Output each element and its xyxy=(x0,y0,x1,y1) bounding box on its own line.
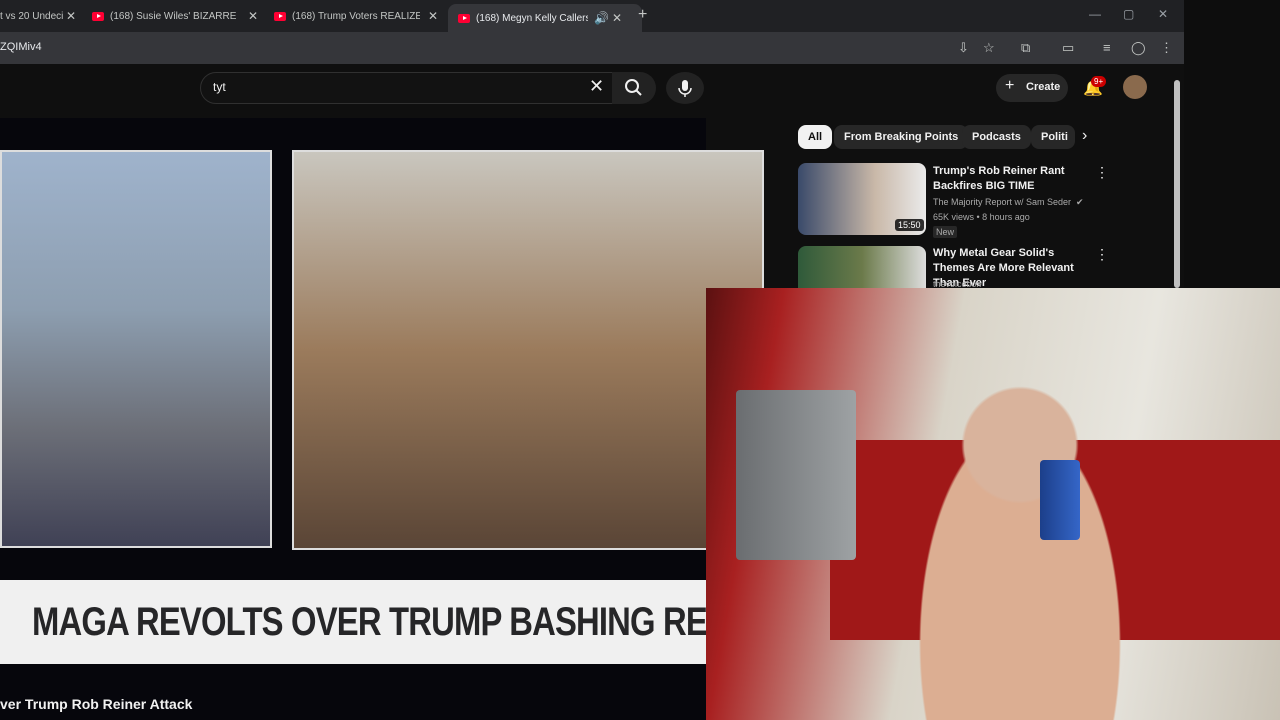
rec-channel[interactable]: The Majority Report w/ Sam Seder xyxy=(933,197,1071,207)
chevron-right-icon[interactable]: › xyxy=(1082,127,1087,145)
chip-all[interactable]: All xyxy=(798,125,833,149)
video-thumbnail[interactable] xyxy=(798,246,926,288)
soda-can xyxy=(1040,460,1080,540)
close-icon[interactable]: ✕ xyxy=(612,11,622,25)
chip-breaking-points[interactable]: From Breaking Points xyxy=(834,125,969,149)
plus-icon: + xyxy=(1005,77,1015,94)
chip-podcasts[interactable]: Podcasts xyxy=(962,125,1031,149)
install-icon[interactable]: ⇩ xyxy=(958,40,969,56)
sidebar-icon[interactable]: ▭ xyxy=(1062,40,1074,56)
search-input[interactable] xyxy=(200,72,618,104)
browser-tab-active[interactable]: (168) Megyn Kelly Callers Fl 🔊 ✕ xyxy=(448,4,642,32)
rec-title[interactable]: Trump's Rob Reiner Rant Backfires BIG TI… xyxy=(933,164,1093,194)
browser-tab-strip: t vs 20 Undeci ✕ (168) Susie Wiles' BIZA… xyxy=(0,0,1184,32)
clear-search-icon[interactable]: ✕ xyxy=(589,76,604,97)
browser-tab[interactable]: (168) Trump Voters REALIZE Th ✕ xyxy=(274,4,444,28)
video-title: ver Trump Rob Reiner Attack xyxy=(0,696,193,712)
scrollbar-thumb[interactable] xyxy=(1174,80,1180,288)
browser-tab[interactable]: (168) Susie Wiles' BIZARRE Inte ✕ xyxy=(92,4,262,28)
youtube-icon xyxy=(274,11,286,21)
menu-icon[interactable]: ⋮ xyxy=(1160,40,1173,56)
maximize-icon[interactable]: ▢ xyxy=(1123,7,1134,21)
chip-politics[interactable]: Politi xyxy=(1031,125,1075,149)
address-bar: ZQIMiv4 xyxy=(0,32,1184,64)
extensions-icon[interactable]: ⧉ xyxy=(1021,40,1030,56)
search-button[interactable] xyxy=(612,72,656,104)
close-icon[interactable]: ✕ xyxy=(248,9,258,23)
tab-label: t vs 20 Undeci xyxy=(0,10,64,22)
notification-badge: 9+ xyxy=(1091,76,1107,87)
video-panel-left xyxy=(0,150,272,548)
browser-tab[interactable]: t vs 20 Undeci ✕ xyxy=(0,4,84,28)
new-tab-button[interactable]: + xyxy=(638,6,647,24)
media-icon[interactable]: ≡ xyxy=(1103,40,1111,55)
mic-icon xyxy=(678,80,692,97)
minimize-icon[interactable]: — xyxy=(1089,7,1101,21)
verified-icon: ✔ xyxy=(1076,197,1084,207)
create-label: Create xyxy=(1026,81,1061,93)
search-value[interactable]: tyt xyxy=(213,80,226,94)
desktop-background xyxy=(1184,0,1280,288)
close-icon[interactable]: ✕ xyxy=(66,9,76,23)
audio-icon[interactable]: 🔊 xyxy=(594,11,609,25)
close-icon[interactable]: ✕ xyxy=(428,9,438,23)
profile-icon[interactable]: ◯ xyxy=(1131,40,1146,56)
close-window-icon[interactable]: ✕ xyxy=(1158,7,1168,21)
url-field[interactable]: ZQIMiv4 xyxy=(0,41,42,53)
tab-label: (168) Trump Voters REALIZE Th xyxy=(292,10,420,22)
avatar[interactable] xyxy=(1123,75,1147,99)
star-icon[interactable]: ☆ xyxy=(983,40,995,56)
tab-label: (168) Megyn Kelly Callers Fl xyxy=(476,12,588,24)
person xyxy=(880,338,1160,720)
new-badge: New xyxy=(933,226,958,238)
mic-button[interactable] xyxy=(666,72,704,104)
youtube-icon xyxy=(92,11,104,21)
search-icon xyxy=(625,79,642,96)
duration-badge: 15:50 xyxy=(895,219,924,231)
more-icon[interactable]: ⋮ xyxy=(1095,246,1109,263)
youtube-icon xyxy=(458,13,470,23)
rec-meta: 65K views • 8 hours ago xyxy=(933,212,1030,222)
more-icon[interactable]: ⋮ xyxy=(1095,164,1109,181)
video-panel-right xyxy=(292,150,764,550)
tab-label: (168) Susie Wiles' BIZARRE Inte xyxy=(110,10,238,22)
mini-fridge xyxy=(736,390,856,560)
